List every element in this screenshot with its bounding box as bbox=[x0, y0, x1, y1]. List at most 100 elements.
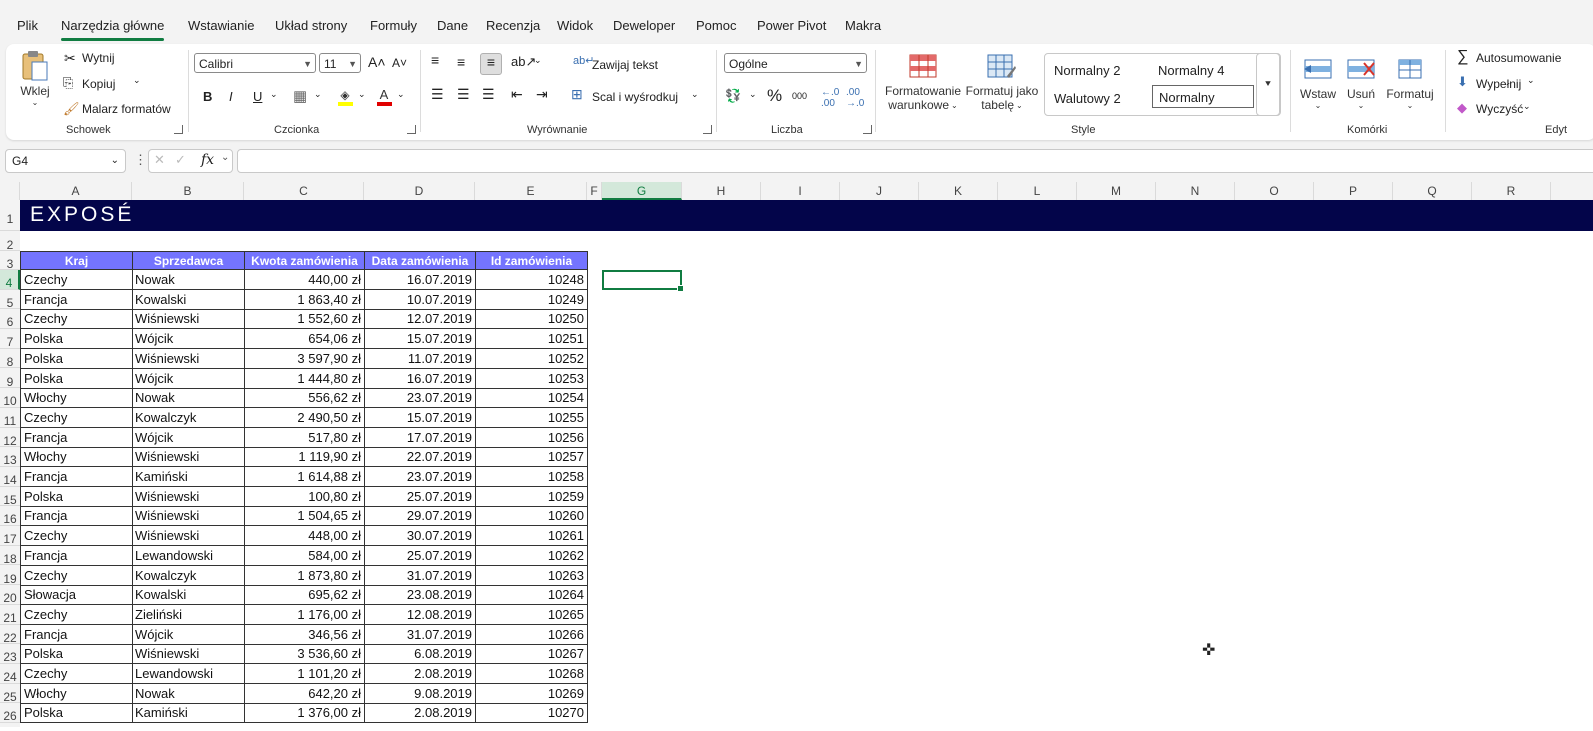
cell-seller[interactable]: Wiśniewski bbox=[132, 644, 245, 665]
cell-country[interactable]: Polska bbox=[20, 486, 133, 507]
column-header[interactable]: M bbox=[1077, 182, 1156, 200]
cell-id[interactable]: 10258 bbox=[475, 467, 588, 487]
chevron-down-icon[interactable]: ⌄ bbox=[691, 89, 699, 100]
row-header[interactable]: 10 bbox=[0, 388, 20, 408]
underline-button[interactable]: U bbox=[253, 89, 262, 104]
row-header[interactable]: 21 bbox=[0, 605, 20, 625]
chevron-down-icon[interactable]: ⌄ bbox=[1527, 75, 1535, 86]
autosum-button[interactable]: Autosumowanie bbox=[1476, 51, 1561, 65]
cell-country[interactable]: Polska bbox=[20, 368, 133, 389]
cell-date[interactable]: 16.07.2019 bbox=[364, 270, 476, 290]
cell-amount[interactable]: 1 176,00 zł bbox=[244, 604, 365, 625]
thousands-button[interactable]: 000 bbox=[792, 91, 807, 101]
cell-amount[interactable]: 1 863,40 zł bbox=[244, 289, 365, 310]
row-header[interactable]: 13 bbox=[0, 447, 20, 467]
column-header[interactable]: P bbox=[1314, 182, 1393, 200]
decrease-font-icon[interactable]: A˅ bbox=[392, 56, 407, 70]
row-header[interactable]: 22 bbox=[0, 625, 20, 645]
cell-id[interactable]: 10248 bbox=[475, 270, 588, 290]
row-header[interactable]: 14 bbox=[0, 467, 20, 487]
row-header[interactable]: 5 bbox=[0, 290, 20, 310]
cell-seller[interactable]: Nowak bbox=[132, 270, 245, 290]
chevron-down-icon[interactable]: ⌄ bbox=[270, 89, 278, 100]
select-all-corner[interactable] bbox=[0, 182, 20, 200]
row-header[interactable]: 12 bbox=[0, 428, 20, 448]
row-header[interactable]: 4 bbox=[0, 270, 20, 290]
cell-country[interactable]: Włochy bbox=[20, 388, 133, 409]
font-size-select[interactable]: 11 ▼ bbox=[319, 53, 361, 73]
cell-seller[interactable]: Kowalczyk bbox=[132, 407, 245, 428]
styles-more-button[interactable]: ⯆ bbox=[1256, 53, 1280, 116]
column-header[interactable]: N bbox=[1156, 182, 1235, 200]
tab-home[interactable]: Narzędzia główne bbox=[61, 18, 165, 41]
cell-amount[interactable]: 584,00 zł bbox=[244, 545, 365, 566]
conditional-formatting-button[interactable]: Formatowanie warunkowe ⌄ bbox=[883, 50, 963, 116]
percent-button[interactable]: % bbox=[767, 86, 782, 106]
align-middle-icon[interactable]: ≡ bbox=[457, 54, 465, 70]
tab-help[interactable]: Pomoc bbox=[696, 18, 736, 33]
chevron-down-icon[interactable]: ⌄ bbox=[358, 89, 366, 100]
cell-id[interactable]: 10260 bbox=[475, 506, 588, 527]
cell-seller[interactable]: Nowak bbox=[132, 388, 245, 409]
column-header[interactable]: O bbox=[1235, 182, 1314, 200]
tab-macros[interactable]: Makra bbox=[845, 18, 881, 33]
cell-country[interactable]: Francja bbox=[20, 467, 133, 487]
cell-id[interactable]: 10269 bbox=[475, 683, 588, 704]
cell-country[interactable]: Francja bbox=[20, 506, 133, 527]
tab-file[interactable]: Plik bbox=[17, 18, 38, 33]
cell-amount[interactable]: 448,00 zł bbox=[244, 526, 365, 547]
cell-id[interactable]: 10255 bbox=[475, 407, 588, 428]
cell-date[interactable]: 15.07.2019 bbox=[364, 407, 476, 428]
clipboard-launcher-icon[interactable] bbox=[174, 125, 183, 134]
column-header-selected[interactable]: G bbox=[602, 182, 682, 200]
tab-data[interactable]: Dane bbox=[437, 18, 468, 33]
cell-country[interactable]: Włochy bbox=[20, 447, 133, 468]
column-header[interactable]: L bbox=[998, 182, 1077, 200]
cell-id[interactable]: 10257 bbox=[475, 447, 588, 468]
column-header[interactable]: H bbox=[682, 182, 761, 200]
cell-amount[interactable]: 1 552,60 zł bbox=[244, 309, 365, 330]
chevron-down-icon[interactable]: ⌄ bbox=[314, 89, 322, 100]
cell-id[interactable]: 10253 bbox=[475, 368, 588, 389]
cell-id[interactable]: 10250 bbox=[475, 309, 588, 330]
insert-function-button[interactable]: fx bbox=[201, 152, 214, 168]
fill-color-button[interactable]: ◈ bbox=[337, 87, 353, 107]
row-header[interactable]: 23 bbox=[0, 644, 20, 664]
cell-date[interactable]: 25.07.2019 bbox=[364, 486, 476, 507]
chevron-down-icon[interactable]: ⌄ bbox=[534, 55, 542, 66]
align-top-icon[interactable]: ≡ bbox=[431, 52, 439, 68]
table-header-date[interactable]: Data zamówienia bbox=[364, 251, 476, 270]
cell-amount[interactable]: 2 490,50 zł bbox=[244, 407, 365, 428]
column-header[interactable]: F bbox=[587, 182, 602, 200]
tab-developer[interactable]: Deweloper bbox=[613, 18, 675, 33]
row-header[interactable]: 7 bbox=[0, 329, 20, 349]
cell-date[interactable]: 10.07.2019 bbox=[364, 289, 476, 310]
cell-date[interactable]: 31.07.2019 bbox=[364, 565, 476, 586]
cell-id[interactable]: 10252 bbox=[475, 348, 588, 369]
borders-icon[interactable]: ▦ bbox=[293, 87, 307, 105]
more-options-icon[interactable]: ⋮ bbox=[134, 152, 147, 168]
cell-seller[interactable]: Wójcik bbox=[132, 427, 245, 448]
row-header[interactable]: 20 bbox=[0, 585, 20, 605]
increase-decimal-icon[interactable]: ←.0.00 bbox=[821, 87, 839, 109]
cut-button[interactable]: Wytnij bbox=[82, 51, 115, 65]
align-right-icon[interactable]: ☰ bbox=[482, 86, 495, 103]
chevron-down-icon[interactable]: ⌄ bbox=[749, 89, 757, 100]
cell-amount[interactable]: 1 614,88 zł bbox=[244, 467, 365, 487]
cancel-icon[interactable]: ✕ bbox=[154, 152, 165, 168]
cell-country[interactable]: Francja bbox=[20, 624, 133, 645]
cell-seller[interactable]: Wójcik bbox=[132, 624, 245, 645]
cell-seller[interactable]: Kowalski bbox=[132, 585, 245, 606]
align-left-icon[interactable]: ☰ bbox=[431, 86, 444, 103]
chevron-down-icon[interactable]: ⌄ bbox=[397, 89, 405, 100]
cell-date[interactable]: 2.08.2019 bbox=[364, 664, 476, 684]
cell-amount[interactable]: 556,62 zł bbox=[244, 388, 365, 409]
column-header[interactable]: J bbox=[840, 182, 919, 200]
cell-amount[interactable]: 3 536,60 zł bbox=[244, 644, 365, 665]
table-header-id[interactable]: Id zamówienia bbox=[475, 251, 588, 270]
clear-button[interactable]: Wyczyść bbox=[1476, 102, 1523, 116]
table-header-seller[interactable]: Sprzedawca bbox=[132, 251, 245, 270]
cell-seller[interactable]: Zieliński bbox=[132, 604, 245, 625]
cell-seller[interactable]: Wiśniewski bbox=[132, 486, 245, 507]
cell-id[interactable]: 10268 bbox=[475, 664, 588, 684]
